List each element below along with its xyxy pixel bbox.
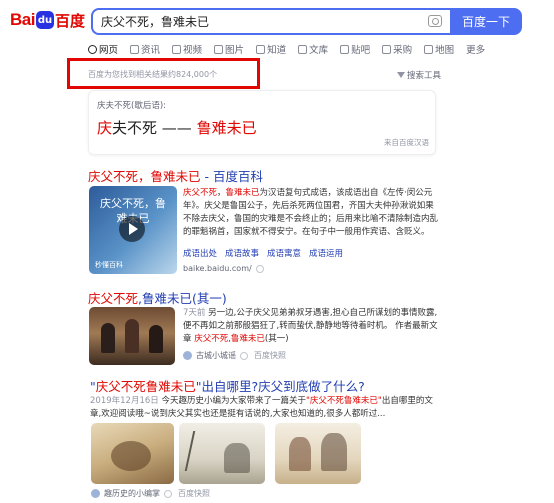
r2-title-rest: ,鲁难未已(其一) bbox=[138, 291, 227, 306]
tab-label: 文库 bbox=[309, 45, 329, 56]
video-icon bbox=[172, 44, 182, 54]
result-2-source[interactable]: 古城小城谣 百度快照 bbox=[183, 350, 286, 361]
question-icon bbox=[256, 44, 266, 54]
baidu-logo[interactable]: Bai du 百度 bbox=[10, 9, 85, 31]
tab-tieba[interactable]: 贴吧 bbox=[340, 41, 370, 57]
tab-label: 更多 bbox=[466, 45, 486, 56]
tab-purchase[interactable]: 采购 bbox=[382, 41, 412, 57]
r1-em2: 鲁难未已 bbox=[225, 188, 260, 198]
verify-icon bbox=[240, 351, 248, 360]
card-main: 庆夫不死 —— 鲁难未已 bbox=[97, 117, 257, 138]
link-usage[interactable]: 成语运用 bbox=[309, 247, 343, 259]
tab-label: 视频 bbox=[183, 45, 203, 56]
map-icon bbox=[424, 44, 434, 54]
result-1-snippet: 庆父不死，鲁难未已为汉语复句式成语，该成语出自《左传·闵公元年》。庆父是鲁国公子… bbox=[183, 187, 438, 239]
result-3-snippet: 2019年12月16日 今天趣历史小编为大家带来了一篇关于"庆父不死鲁难未已"出… bbox=[90, 395, 440, 421]
result-1-title[interactable]: 庆父不死，鲁难未已 - 百度百科 bbox=[88, 166, 263, 185]
result-3-title[interactable]: "庆父不死鲁难未已"出自哪里?庆父到底做了什么? bbox=[90, 376, 365, 395]
tab-wenku[interactable]: 文库 bbox=[298, 41, 328, 57]
camera-icon[interactable] bbox=[428, 15, 442, 27]
tab-news[interactable]: 资讯 bbox=[130, 41, 160, 57]
tab-label: 贴吧 bbox=[351, 45, 371, 56]
r3-date: 2019年12月16日 bbox=[90, 396, 159, 406]
paw-icon: du bbox=[35, 11, 54, 29]
image-icon bbox=[214, 44, 224, 54]
r1-title-em: 庆父不死，鲁难未已 bbox=[88, 169, 201, 184]
header: Bai du 百度 百度一下 bbox=[0, 0, 554, 38]
card-main-b: 夫不死 —— bbox=[112, 119, 197, 137]
tab-label: 图片 bbox=[225, 45, 245, 56]
card-subtitle: 庆夫不死(歇后语): bbox=[97, 101, 166, 111]
tab-label: 网页 bbox=[99, 45, 119, 56]
card-main-a: 庆 bbox=[97, 119, 113, 137]
tab-label: 资讯 bbox=[141, 45, 161, 56]
r2-source: 古城小城谣 bbox=[196, 351, 236, 360]
doc-icon bbox=[298, 44, 308, 54]
verify-icon bbox=[255, 264, 264, 273]
tab-zhidao[interactable]: 知道 bbox=[256, 41, 286, 57]
r3-snippet-em: "庆父不死鲁难未已" bbox=[305, 396, 382, 406]
r2-date: 7天前 bbox=[183, 308, 206, 318]
tab-video[interactable]: 视频 bbox=[172, 41, 202, 57]
link-story[interactable]: 成语故事 bbox=[225, 247, 259, 259]
dictionary-card[interactable]: 庆夫不死(歇后语): 庆夫不死 —— 鲁难未已 来自百度汉语 bbox=[88, 90, 436, 155]
r1-em1: 庆父不死 bbox=[183, 188, 218, 198]
r2-snapshot[interactable]: 百度快照 bbox=[254, 350, 286, 361]
link-meaning[interactable]: 成语寓意 bbox=[267, 247, 301, 259]
result-3-source[interactable]: 趣历史的小编掌 百度快照 bbox=[91, 488, 210, 499]
card-main-c: 鲁难未已 bbox=[196, 119, 257, 137]
news-icon bbox=[130, 44, 140, 54]
search-input[interactable] bbox=[101, 14, 421, 28]
card-source[interactable]: 来自百度汉语 bbox=[384, 137, 429, 148]
tab-label: 地图 bbox=[435, 45, 455, 56]
tab-more[interactable]: 更多 bbox=[466, 41, 485, 57]
author-avatar bbox=[91, 489, 100, 498]
filter-icon bbox=[397, 72, 405, 78]
r1-sep: ， bbox=[217, 188, 226, 198]
search-box[interactable] bbox=[91, 8, 450, 35]
r3-title-em: 庆父不死鲁难未已 bbox=[95, 379, 196, 394]
r1-url: baike.baidu.com/ bbox=[183, 264, 252, 273]
result-1-links: 成语出处 成语故事 成语寓意 成语运用 bbox=[183, 247, 351, 259]
result-3-image-2[interactable] bbox=[179, 423, 265, 484]
r3-title-rest: "出自哪里?庆父到底做了什么? bbox=[195, 379, 365, 394]
logo-du: 百度 bbox=[54, 11, 85, 30]
tab-label: 知道 bbox=[267, 45, 287, 56]
result-1-thumbnail[interactable]: 庆父不死，鲁难未已 秒懂百科 bbox=[89, 186, 177, 274]
tab-bar: 网页 资讯 视频 图片 知道 文库 贴吧 采购 地图 更多 bbox=[88, 41, 497, 57]
tab-image[interactable]: 图片 bbox=[214, 41, 244, 57]
tab-label: 采购 bbox=[393, 45, 413, 56]
result-3-image-3[interactable] bbox=[275, 423, 361, 484]
verify-icon bbox=[164, 489, 172, 498]
link-origin[interactable]: 成语出处 bbox=[183, 247, 217, 259]
tab-map[interactable]: 地图 bbox=[424, 41, 454, 57]
cart-icon bbox=[382, 44, 392, 54]
r1-title-rest: - 百度百科 bbox=[200, 169, 263, 184]
result-2-title[interactable]: 庆父不死,鲁难未已(其一) bbox=[88, 288, 227, 307]
result-2-thumbnail[interactable] bbox=[89, 307, 175, 365]
result-count: 百度为您找到相关结果约824,000个 bbox=[88, 70, 218, 79]
r3-source: 趣历史的小编掌 bbox=[104, 489, 160, 498]
r2-title-em: 庆父不死 bbox=[88, 291, 139, 306]
r3-snippet-a: 今天趣历史小编为大家带来了一篇关于 bbox=[158, 396, 306, 406]
result-1-url[interactable]: baike.baidu.com/ bbox=[183, 264, 264, 273]
search-button[interactable]: 百度一下 bbox=[450, 8, 522, 35]
result-2-snippet: 7天前 另一边,公子庆父见弟弟叔牙遇害,担心自己所谋划的事情败露,便不再如之前那… bbox=[183, 307, 441, 346]
play-icon[interactable] bbox=[119, 216, 145, 242]
thumb-badge: 秒懂百科 bbox=[95, 261, 123, 269]
result-3-image-1[interactable] bbox=[91, 423, 174, 484]
search-tools-label: 搜索工具 bbox=[407, 71, 442, 81]
author-avatar bbox=[183, 351, 192, 360]
search-icon bbox=[88, 44, 97, 54]
logo-bai: Bai bbox=[10, 10, 35, 29]
r2-snippet-end: (其一) bbox=[264, 334, 289, 344]
forum-icon bbox=[340, 44, 350, 54]
tab-web[interactable]: 网页 bbox=[88, 41, 118, 57]
search-tools-button[interactable]: 搜索工具 bbox=[397, 69, 441, 81]
r2-snippet-em[interactable]: 庆父不死,鲁难未已 bbox=[194, 334, 265, 344]
r3-snapshot[interactable]: 百度快照 bbox=[178, 488, 210, 499]
